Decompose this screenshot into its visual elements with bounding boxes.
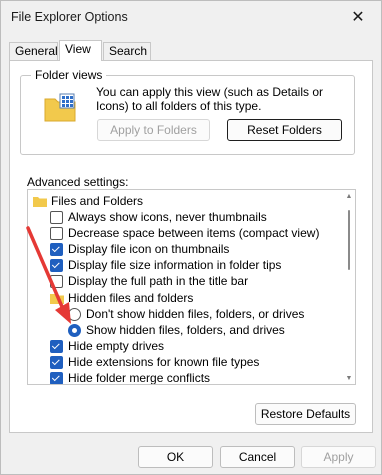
list-item[interactable]: Display the full path in the title bar <box>50 273 248 289</box>
list-item[interactable]: Hide empty drives <box>50 338 164 354</box>
list-item[interactable]: Hide folder merge conflicts <box>50 370 211 385</box>
option-label: Decrease space between items (compact vi… <box>68 226 320 240</box>
list-item[interactable]: Show hidden files, folders, and drives <box>68 322 285 338</box>
file-explorer-options-dialog: File Explorer Options ✕ General View Sea… <box>0 0 382 475</box>
folder-views-icon <box>44 93 76 122</box>
tab-general[interactable]: General <box>9 42 58 60</box>
checkbox[interactable] <box>50 210 63 224</box>
option-label: Hide empty drives <box>68 339 165 353</box>
radio-button[interactable] <box>68 323 81 337</box>
checkbox[interactable] <box>50 339 63 353</box>
reset-folders-button[interactable]: Reset Folders <box>227 119 342 141</box>
apply-to-folders-button[interactable]: Apply to Folders <box>97 119 210 141</box>
list-item: Hidden files and folders <box>50 290 193 306</box>
folder-icon <box>33 196 47 207</box>
tab-search[interactable]: Search <box>103 42 151 60</box>
option-label: Hide folder merge conflicts <box>68 371 211 385</box>
close-icon: ✕ <box>351 9 365 26</box>
checkbox[interactable] <box>50 226 63 240</box>
list-item: Files and Folders <box>33 193 143 209</box>
list-item[interactable]: Decrease space between items (compact vi… <box>50 225 319 241</box>
option-label: Show hidden files, folders, and drives <box>86 323 285 337</box>
tab-view[interactable]: View <box>59 40 102 61</box>
folder-views-description: You can apply this view (such as Details… <box>96 85 324 113</box>
list-item[interactable]: Display file size information in folder … <box>50 257 281 273</box>
option-label: Display file icon on thumbnails <box>68 242 230 256</box>
close-button[interactable]: ✕ <box>335 1 381 33</box>
apply-button[interactable]: Apply <box>301 446 376 468</box>
checkbox[interactable] <box>50 242 63 256</box>
option-label: Don't show hidden files, folders, or dri… <box>86 307 305 321</box>
scrollbar-thumb[interactable] <box>348 210 350 270</box>
advanced-settings-list[interactable]: Files and Folders Always show icons, nev… <box>27 189 356 385</box>
option-label: Hide extensions for known file types <box>68 355 260 369</box>
list-item[interactable]: Display file icon on thumbnails <box>50 241 229 257</box>
radio-button[interactable] <box>68 307 81 321</box>
restore-defaults-button[interactable]: Restore Defaults <box>255 403 356 425</box>
scrollbar[interactable]: ▲ ▼ <box>343 190 355 384</box>
checkbox[interactable] <box>50 258 63 272</box>
folder-icon <box>50 293 64 304</box>
list-item[interactable]: Always show icons, never thumbnails <box>50 209 267 225</box>
tree-label: Files and Folders <box>51 194 144 208</box>
checkbox[interactable] <box>50 371 63 384</box>
cancel-button[interactable]: Cancel <box>220 446 295 468</box>
window-title: File Explorer Options <box>11 10 128 24</box>
option-label: Display the full path in the title bar <box>68 274 249 288</box>
checkbox[interactable] <box>50 355 63 369</box>
advanced-settings-label: Advanced settings: <box>27 175 129 189</box>
checkbox[interactable] <box>50 274 63 288</box>
ok-button[interactable]: OK <box>138 446 213 468</box>
scroll-down-icon[interactable]: ▼ <box>345 374 353 382</box>
option-label: Always show icons, never thumbnails <box>68 210 267 224</box>
list-item[interactable]: Hide extensions for known file types <box>50 354 259 370</box>
option-label: Display file size information in folder … <box>68 258 282 272</box>
title-bar: File Explorer Options ✕ <box>1 1 381 33</box>
folder-views-label: Folder views <box>31 68 107 82</box>
scroll-up-icon[interactable]: ▲ <box>345 192 353 200</box>
list-item[interactable]: Don't show hidden files, folders, or dri… <box>68 306 304 322</box>
tree-label: Hidden files and folders <box>68 291 194 305</box>
